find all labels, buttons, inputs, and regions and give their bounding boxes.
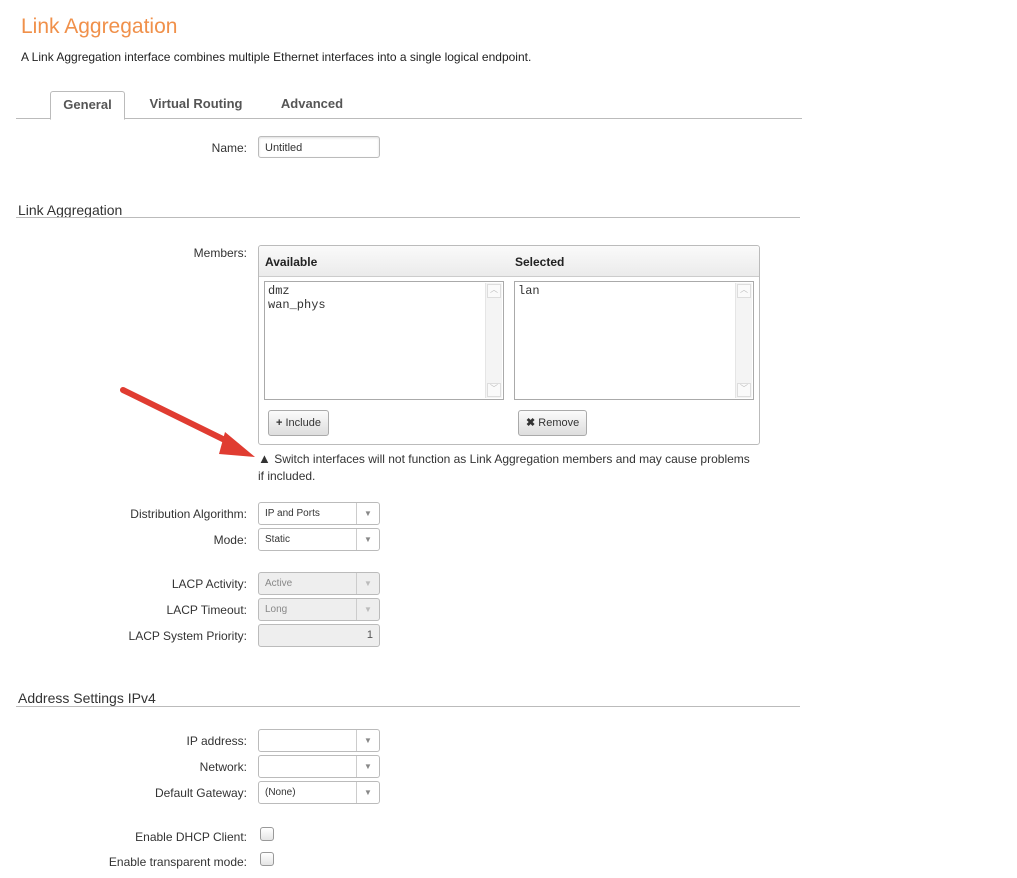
- chevron-down-icon: ▼: [356, 599, 379, 620]
- transparent-label: Enable transparent mode:: [108, 855, 247, 869]
- list-item[interactable]: lan: [518, 284, 750, 298]
- scroll-down-icon[interactable]: ﹀: [737, 383, 751, 397]
- scroll-up-icon[interactable]: ︿: [737, 284, 751, 298]
- chevron-down-icon: ▼: [356, 503, 379, 524]
- remove-button[interactable]: ✖ Remove: [518, 410, 588, 436]
- scroll-down-icon[interactable]: ﹀: [487, 383, 501, 397]
- chevron-down-icon: ▼: [356, 529, 379, 550]
- page-description: A Link Aggregation interface combines mu…: [21, 50, 532, 64]
- remove-label: Remove: [538, 417, 580, 429]
- list-item[interactable]: wan_phys: [268, 298, 500, 312]
- list-item[interactable]: dmz: [268, 284, 500, 298]
- gateway-value: (None): [265, 787, 296, 798]
- network-label: Network:: [199, 760, 247, 774]
- lacp-timeout-select: Long ▼: [258, 598, 380, 621]
- dhcp-checkbox[interactable]: [260, 827, 274, 841]
- ip-address-select[interactable]: ▼: [258, 729, 380, 752]
- switch-warning: ▲ Switch interfaces will not function as…: [258, 450, 818, 485]
- page-title: Link Aggregation: [21, 15, 178, 38]
- lacp-timeout-label: LACP Timeout:: [166, 603, 247, 617]
- distribution-label: Distribution Algorithm:: [130, 507, 247, 521]
- chevron-down-icon: ▼: [356, 573, 379, 594]
- include-button[interactable]: + Include: [268, 410, 329, 436]
- scrollbar[interactable]: ︿ ﹀: [735, 283, 752, 398]
- chevron-down-icon: ▼: [356, 756, 379, 777]
- selected-header: Selected: [515, 255, 565, 269]
- scrollbar[interactable]: ︿ ﹀: [485, 283, 502, 398]
- chevron-down-icon: ▼: [356, 782, 379, 803]
- available-header: Available: [265, 255, 318, 269]
- gateway-label: Default Gateway:: [154, 786, 247, 800]
- lacp-priority-label: LACP System Priority:: [128, 629, 247, 643]
- tab-virtual-routing[interactable]: Virtual Routing: [140, 91, 252, 118]
- name-label: Name:: [211, 141, 247, 155]
- mode-label: Mode:: [213, 533, 247, 547]
- section-divider: [16, 217, 800, 218]
- available-list[interactable]: dmz wan_phys ︿ ﹀: [264, 281, 504, 400]
- include-label: Include: [285, 417, 321, 429]
- lacp-activity-select: Active ▼: [258, 572, 380, 595]
- lacp-timeout-value: Long: [265, 604, 288, 615]
- lacp-priority-input: 1: [258, 624, 380, 647]
- mode-select[interactable]: Static ▼: [258, 528, 380, 551]
- mode-value: Static: [265, 534, 291, 545]
- x-icon: ✖: [526, 417, 536, 429]
- scroll-up-icon[interactable]: ︿: [487, 284, 501, 298]
- plus-icon: +: [276, 417, 283, 429]
- tab-advanced[interactable]: Advanced: [270, 91, 354, 118]
- tab-divider: [16, 118, 802, 119]
- chevron-down-icon: ▼: [356, 730, 379, 751]
- annotation-arrow-icon: [120, 387, 255, 457]
- warning-text-cont: if included.: [258, 469, 316, 483]
- gateway-select[interactable]: (None) ▼: [258, 781, 380, 804]
- transparent-checkbox[interactable]: [260, 852, 274, 866]
- warning-text: Switch interfaces will not function as L…: [274, 452, 750, 466]
- lacp-activity-label: LACP Activity:: [171, 577, 247, 591]
- section-ipv4: Address Settings IPv4: [18, 690, 156, 706]
- ip-address-label: IP address:: [186, 734, 247, 748]
- distribution-select[interactable]: IP and Ports ▼: [258, 502, 380, 525]
- selected-list[interactable]: lan ︿ ﹀: [514, 281, 754, 400]
- section-divider: [16, 706, 800, 707]
- members-selector: Available Selected dmz wan_phys ︿ ﹀ lan ︿ ﹀…: [258, 245, 760, 445]
- distribution-value: IP and Ports: [265, 508, 320, 519]
- lacp-activity-value: Active: [265, 578, 293, 589]
- dhcp-label: Enable DHCP Client:: [135, 830, 247, 844]
- section-link-aggregation: Link Aggregation: [18, 202, 123, 218]
- members-label: Members:: [193, 246, 247, 260]
- tab-general[interactable]: General: [50, 91, 125, 120]
- name-input[interactable]: Untitled: [258, 136, 380, 158]
- network-select[interactable]: ▼: [258, 755, 380, 778]
